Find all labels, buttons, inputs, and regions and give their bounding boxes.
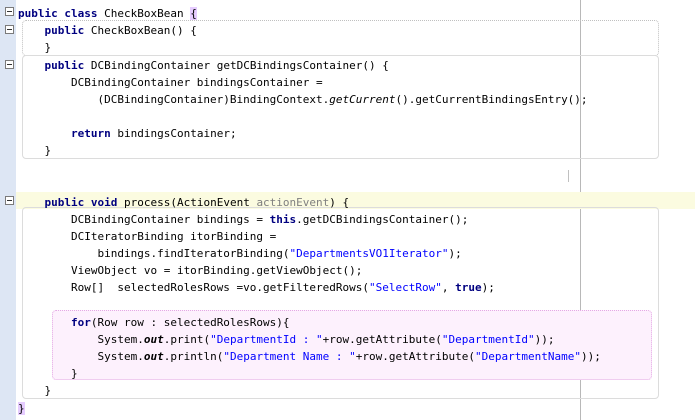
code-line[interactable]: for(Row row : selectedRolesRows){ <box>18 314 290 331</box>
code-line[interactable]: public CheckBoxBean() { <box>18 22 197 39</box>
code-token: process(ActionEvent <box>117 196 257 209</box>
code-token: "DepartmentName" <box>475 350 581 363</box>
code-token: out <box>143 350 164 363</box>
code-line[interactable]: ViewObject vo = itorBinding.getViewObjec… <box>18 262 362 279</box>
code-token: System. <box>18 333 144 346</box>
code-token: this <box>269 213 297 226</box>
code-token: "SelectRow" <box>369 281 442 294</box>
fold-toggle-icon[interactable] <box>5 60 14 69</box>
code-token: .println( <box>163 350 224 363</box>
code-token: Row[] selectedRolesRows =vo.getFilteredR… <box>18 281 369 294</box>
code-line[interactable]: } <box>18 365 78 382</box>
code-token: System. <box>18 350 144 363</box>
fold-toggle-icon[interactable] <box>5 25 14 34</box>
code-token: } <box>18 144 52 157</box>
code-line[interactable]: bindings.findIteratorBinding("Department… <box>18 245 462 262</box>
code-token: (DCBindingContainer)BindingContext. <box>18 93 330 106</box>
code-token: "Department Name : " <box>223 350 356 363</box>
code-token: for <box>70 316 91 329</box>
code-token: { <box>190 7 197 20</box>
code-line[interactable]: (DCBindingContainer)BindingContext.getCu… <box>18 91 588 108</box>
code-token: "DepartmentId" <box>441 333 535 346</box>
fold-toggle-icon[interactable] <box>5 7 14 16</box>
code-line[interactable]: DCIteratorBinding itorBinding = <box>18 228 276 245</box>
code-token: } <box>18 384 52 397</box>
code-token: ); <box>481 281 495 294</box>
code-token: getCurrent <box>329 93 396 106</box>
code-token: ViewObject vo = itorBinding.getViewObjec… <box>18 264 363 277</box>
code-line[interactable]: DCBindingContainer bindingsContainer = <box>18 74 323 91</box>
code-token: +row.getAttribute( <box>322 333 442 346</box>
code-token: "DepartmentsVO1Iterator" <box>289 247 449 260</box>
code-token: "DepartmentId : " <box>210 333 323 346</box>
code-token: actionEvent <box>256 196 330 209</box>
code-token: bindingsContainer; <box>110 127 237 140</box>
code-token: return <box>70 127 111 140</box>
code-token: true <box>455 281 482 294</box>
code-token: DCIteratorBinding itorBinding = <box>18 230 277 243</box>
code-token: bindings.findIteratorBinding( <box>18 247 290 260</box>
code-token: } <box>18 41 52 54</box>
fold-toggle-icon[interactable] <box>5 196 14 205</box>
code-token: ); <box>448 247 462 260</box>
code-token: public void <box>44 196 118 209</box>
code-line[interactable]: public DCBindingContainer getDCBindingsC… <box>18 57 389 74</box>
code-line[interactable]: public void process(ActionEvent actionEv… <box>18 194 350 211</box>
code-token: CheckBoxBean() { <box>84 24 197 37</box>
code-token: public <box>44 24 85 37</box>
code-token: ().getCurrentBindingsEntry(); <box>395 93 588 106</box>
code-token: )); <box>534 333 555 346</box>
code-token: ) { <box>329 196 350 209</box>
text-cursor <box>568 170 569 182</box>
code-line[interactable]: public class CheckBoxBean { <box>18 5 197 22</box>
code-token: public class <box>18 7 98 20</box>
code-line[interactable]: System.out.print("DepartmentId : "+row.g… <box>18 331 554 348</box>
code-token: .print( <box>163 333 211 346</box>
code-token: DCBindingContainer bindingsContainer = <box>18 76 323 89</box>
code-token: DCBindingContainer bindings = <box>18 213 270 226</box>
code-token: CheckBoxBean <box>97 7 191 20</box>
code-token: , <box>441 281 456 294</box>
code-line[interactable]: } <box>18 39 51 56</box>
code-line[interactable]: return bindingsContainer; <box>18 125 237 142</box>
code-token: DCBindingContainer getDCBindingsContaine… <box>84 59 389 72</box>
code-token: out <box>143 333 164 346</box>
code-token: .getDCBindingsContainer(); <box>296 213 469 226</box>
code-line[interactable]: } <box>18 142 51 159</box>
code-token: } <box>18 402 25 415</box>
code-token: )); <box>580 350 601 363</box>
code-line[interactable]: System.out.println("Department Name : "+… <box>18 348 601 365</box>
code-line[interactable]: } <box>18 400 25 417</box>
code-token: public <box>44 59 85 72</box>
code-line[interactable]: DCBindingContainer bindings = this.getDC… <box>18 211 468 228</box>
code-line[interactable]: } <box>18 382 51 399</box>
code-line[interactable]: Row[] selectedRolesRows =vo.getFilteredR… <box>18 279 495 296</box>
code-token: +row.getAttribute( <box>355 350 475 363</box>
code-token: } <box>18 367 78 380</box>
code-token: (Row row : selectedRolesRows){ <box>90 316 290 329</box>
